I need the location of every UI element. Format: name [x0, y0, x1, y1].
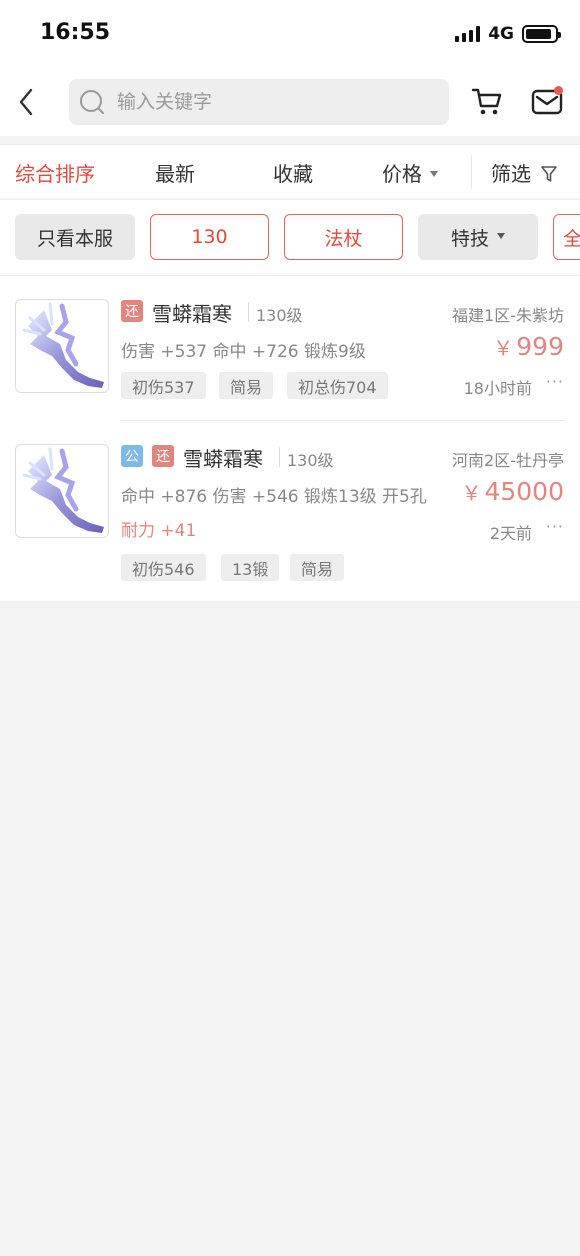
sort-divider: [471, 155, 472, 189]
chevron-left-icon: [19, 88, 33, 116]
item-tag: 简易: [290, 554, 345, 581]
price-value: 45000: [484, 477, 564, 506]
funnel-icon: [541, 166, 558, 182]
item-tag: 13锻: [221, 554, 280, 581]
item-list: 还 雪蟒霜寒 130级 福建1区-朱紫坊 伤害 +537 命中 +726 锻炼9…: [0, 275, 580, 601]
back-button[interactable]: [10, 82, 42, 122]
search-input[interactable]: [117, 91, 417, 113]
chip-server-only[interactable]: 只看本服: [15, 214, 135, 260]
staff-image-icon: [22, 302, 104, 388]
item-name: 雪蟒霜寒: [152, 302, 232, 326]
item-level: 130级: [287, 451, 334, 470]
sort-tab-favorites[interactable]: 收藏: [273, 158, 313, 187]
chip-special-skill[interactable]: 特技: [418, 214, 538, 260]
list-item[interactable]: 公 还 雪蟒霜寒 130级 河南2区-牡丹亭 命中 +876 伤害 +546 锻…: [0, 421, 580, 602]
status-bar: 16:55 4G: [0, 0, 580, 72]
item-thumbnail: [15, 444, 109, 538]
more-options-icon[interactable]: ···: [546, 517, 564, 536]
currency-symbol: ￥: [461, 481, 482, 505]
sort-tab-price[interactable]: 价格: [382, 158, 438, 187]
return-badge: 还: [121, 300, 143, 322]
item-price: ￥ 999: [493, 332, 564, 361]
list-item[interactable]: 还 雪蟒霜寒 130级 福建1区-朱紫坊 伤害 +537 命中 +726 锻炼9…: [0, 276, 580, 421]
item-tag: 初总伤704: [287, 372, 388, 399]
filter-label: 筛选: [491, 162, 531, 186]
item-time: 18小时前: [463, 379, 532, 398]
sort-bar: 综合排序 最新 收藏 价格 筛选: [0, 144, 580, 198]
nav-bar: [0, 72, 580, 136]
battery-icon: [522, 25, 561, 43]
item-stats: 伤害 +537 命中 +726 锻炼9级: [121, 342, 366, 362]
item-level: 130级: [256, 306, 303, 325]
item-tag: 简易: [219, 372, 274, 399]
item-tag: 初伤537: [121, 372, 206, 399]
item-time: 2天前: [489, 524, 532, 543]
more-options-icon[interactable]: ···: [546, 372, 564, 391]
name-separator: [248, 302, 249, 322]
network-type: 4G: [488, 24, 514, 44]
status-time: 16:55: [40, 20, 111, 45]
message-button[interactable]: [530, 84, 566, 120]
public-badge: 公: [121, 445, 143, 467]
sort-tab-newest[interactable]: 最新: [155, 158, 195, 187]
caret-down-icon: [497, 232, 505, 239]
item-server: 河南2区-牡丹亭: [452, 451, 564, 470]
currency-symbol: ￥: [493, 336, 514, 360]
search-icon: [80, 90, 104, 114]
search-box[interactable]: [69, 79, 449, 125]
price-value: 999: [516, 332, 564, 361]
signal-icon: [455, 26, 481, 42]
cart-button[interactable]: [470, 84, 506, 120]
filter-button[interactable]: 筛选: [491, 158, 558, 187]
filter-bar: 只看本服 130 法杖 特技 全: [0, 199, 580, 275]
chip-all[interactable]: 全: [553, 214, 580, 260]
item-tag: 初伤546: [121, 554, 206, 581]
chip-level[interactable]: 130: [150, 214, 269, 260]
cart-icon: [471, 88, 502, 115]
return-badge: 还: [152, 445, 174, 467]
item-thumbnail: [15, 299, 109, 393]
item-stats: 命中 +876 伤害 +546 锻炼13级 开5孔: [121, 487, 427, 507]
item-name: 雪蟒霜寒: [183, 447, 263, 471]
staff-image-icon: [22, 447, 104, 533]
sort-tab-price-label: 价格: [382, 162, 422, 186]
chip-weapon-type[interactable]: 法杖: [284, 214, 403, 260]
sort-tab-default[interactable]: 综合排序: [15, 158, 95, 187]
chip-special-skill-label: 特技: [450, 227, 489, 250]
caret-down-icon: [430, 171, 438, 177]
item-price: ￥ 45000: [461, 477, 564, 506]
item-extra-stat: 耐力 +41: [121, 521, 197, 541]
item-server: 福建1区-朱紫坊: [452, 306, 564, 325]
status-indicators: 4G: [455, 24, 561, 44]
name-separator: [279, 447, 280, 467]
notification-dot: [554, 86, 563, 95]
